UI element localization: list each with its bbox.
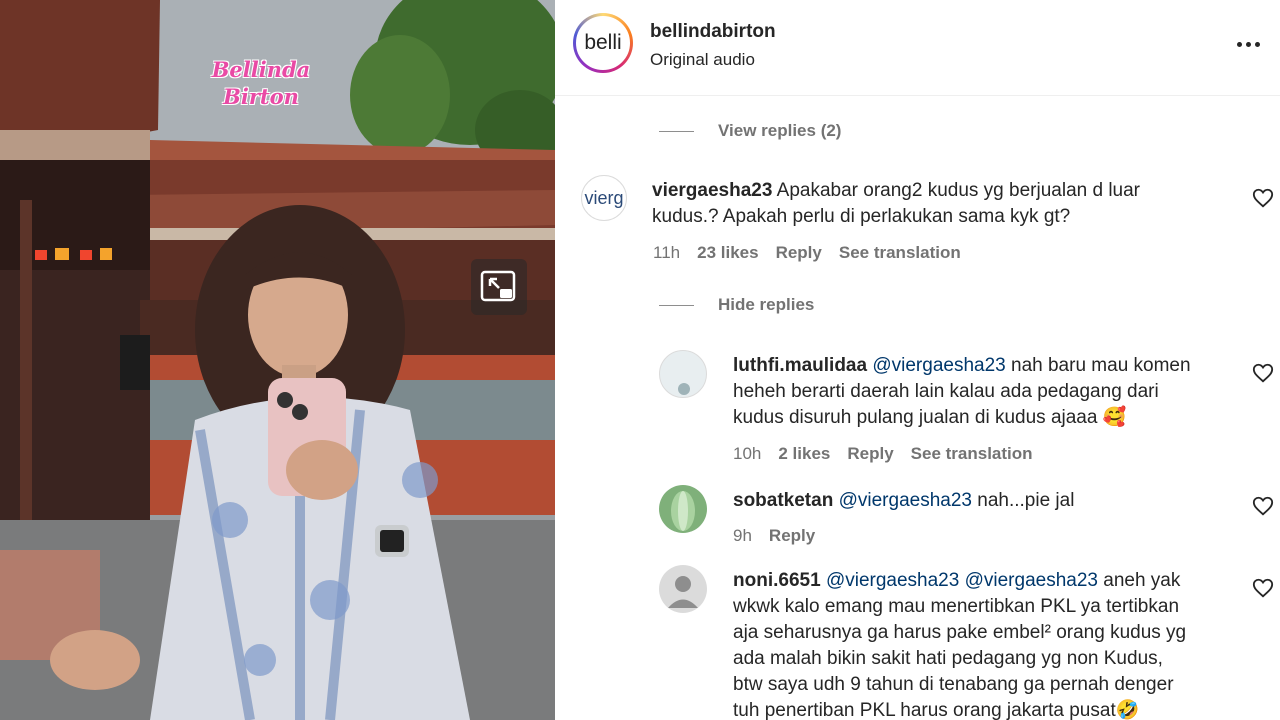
divider-line: [659, 130, 694, 132]
reply-username[interactable]: noni.6651: [733, 570, 821, 591]
heart-outline-icon[interactable]: [1252, 577, 1274, 599]
profile-avatar[interactable]: belli: [573, 13, 633, 73]
reply-line2: heheh berarti daerah lain kalau ada peda…: [733, 381, 1159, 402]
comment-time[interactable]: 11h: [653, 243, 680, 263]
reply-line1: nah...pie jal: [971, 490, 1075, 511]
post-username[interactable]: bellindabirton: [650, 21, 776, 43]
see-translation-button[interactable]: See translation: [839, 243, 961, 263]
reply-mention-2[interactable]: @viergaesha23: [965, 570, 1098, 591]
reply-mention[interactable]: @viergaesha23: [872, 355, 1005, 376]
reply-avatar[interactable]: [659, 485, 707, 533]
audio-label[interactable]: Original audio: [650, 50, 755, 70]
reply-line3: kudus disuruh pulang jualan di kudus aja…: [733, 407, 1127, 428]
avatar-logo-text: belli: [576, 16, 630, 70]
reply-text: sobatketan @viergaesha23 nah...pie jal: [733, 488, 1243, 514]
heart-outline-icon[interactable]: [1252, 187, 1274, 209]
user-silhouette-icon: [668, 576, 698, 608]
reply-line5: btw saya udh 9 tahun di tenabang ga pern…: [733, 674, 1174, 695]
default-avatar[interactable]: [659, 565, 707, 613]
reply-avatar[interactable]: [659, 350, 707, 398]
reply-mention[interactable]: @viergaesha23: [826, 570, 959, 591]
hide-replies-label: Hide replies: [718, 295, 815, 314]
reply-line4: ada malah bikin sakit hati pedagang yg n…: [733, 648, 1163, 669]
comment-line1: Apakabar orang2 kudus yg berjualan d lua…: [772, 180, 1141, 201]
watermark-line1: Bellinda: [211, 57, 311, 82]
avatar-image: [678, 383, 690, 395]
heart-outline-icon[interactable]: [1252, 495, 1274, 517]
post-header: belli bellindabirton Original audio: [555, 0, 1280, 96]
reply-line3: aja seharusnya ga harus pake embel² oran…: [733, 622, 1187, 643]
video-player[interactable]: Bellinda Birton: [0, 0, 555, 720]
reply-likes[interactable]: 2 likes: [778, 444, 830, 464]
video-watermark: Bellinda Birton: [206, 56, 316, 110]
comment-text: viergaesha23 Apakabar orang2 kudus yg be…: [652, 178, 1242, 230]
picture-in-picture-button[interactable]: [471, 259, 527, 315]
reply-meta: 10h 2 likes Reply See translation: [733, 444, 1033, 464]
reply-username[interactable]: sobatketan: [733, 490, 833, 511]
view-replies-toggle[interactable]: View replies (2): [659, 121, 841, 141]
reply-time[interactable]: 10h: [733, 444, 761, 464]
divider-line: [659, 304, 694, 306]
more-options-button[interactable]: [1233, 30, 1263, 58]
reply-button[interactable]: Reply: [776, 243, 822, 263]
comments-panel: belli bellindabirton Original audio View…: [555, 0, 1280, 720]
reply-line1: nah baru mau komen: [1005, 355, 1191, 376]
reply-button[interactable]: Reply: [847, 444, 893, 464]
hide-replies-toggle[interactable]: Hide replies: [659, 295, 814, 315]
reply-line1: aneh yak: [1097, 570, 1181, 591]
comment-meta: 11h 23 likes Reply See translation: [653, 243, 961, 263]
comment-username[interactable]: viergaesha23: [652, 180, 772, 201]
reply-username[interactable]: luthfi.maulidaa: [733, 355, 867, 376]
watermark-line2: Birton: [223, 84, 299, 109]
see-translation-button[interactable]: See translation: [911, 444, 1033, 464]
reply-text: noni.6651 @viergaesha23 @viergaesha23 an…: [733, 568, 1253, 720]
commenter-avatar[interactable]: vierg: [581, 175, 627, 221]
avatar-image: [671, 491, 695, 531]
reply-line6: tuh penertiban PKL harus orang jakarta p…: [733, 700, 1140, 720]
reply-meta: 9h Reply: [733, 526, 815, 546]
reply-mention[interactable]: @viergaesha23: [839, 490, 972, 511]
comment-likes[interactable]: 23 likes: [697, 243, 758, 263]
reply-text: luthfi.maulidaa @viergaesha23 nah baru m…: [733, 353, 1243, 431]
view-replies-label: View replies (2): [718, 121, 842, 140]
heart-outline-icon[interactable]: [1252, 362, 1274, 384]
comment-line2: kudus.? Apakah perlu di perlakukan sama …: [652, 206, 1071, 227]
reply-time[interactable]: 9h: [733, 526, 752, 546]
reply-button[interactable]: Reply: [769, 526, 815, 546]
reply-line2: wkwk kalo emang mau menertibkan PKL ya t…: [733, 596, 1180, 617]
picture-in-picture-icon: [480, 270, 516, 302]
more-horizontal-icon: [1236, 41, 1242, 47]
